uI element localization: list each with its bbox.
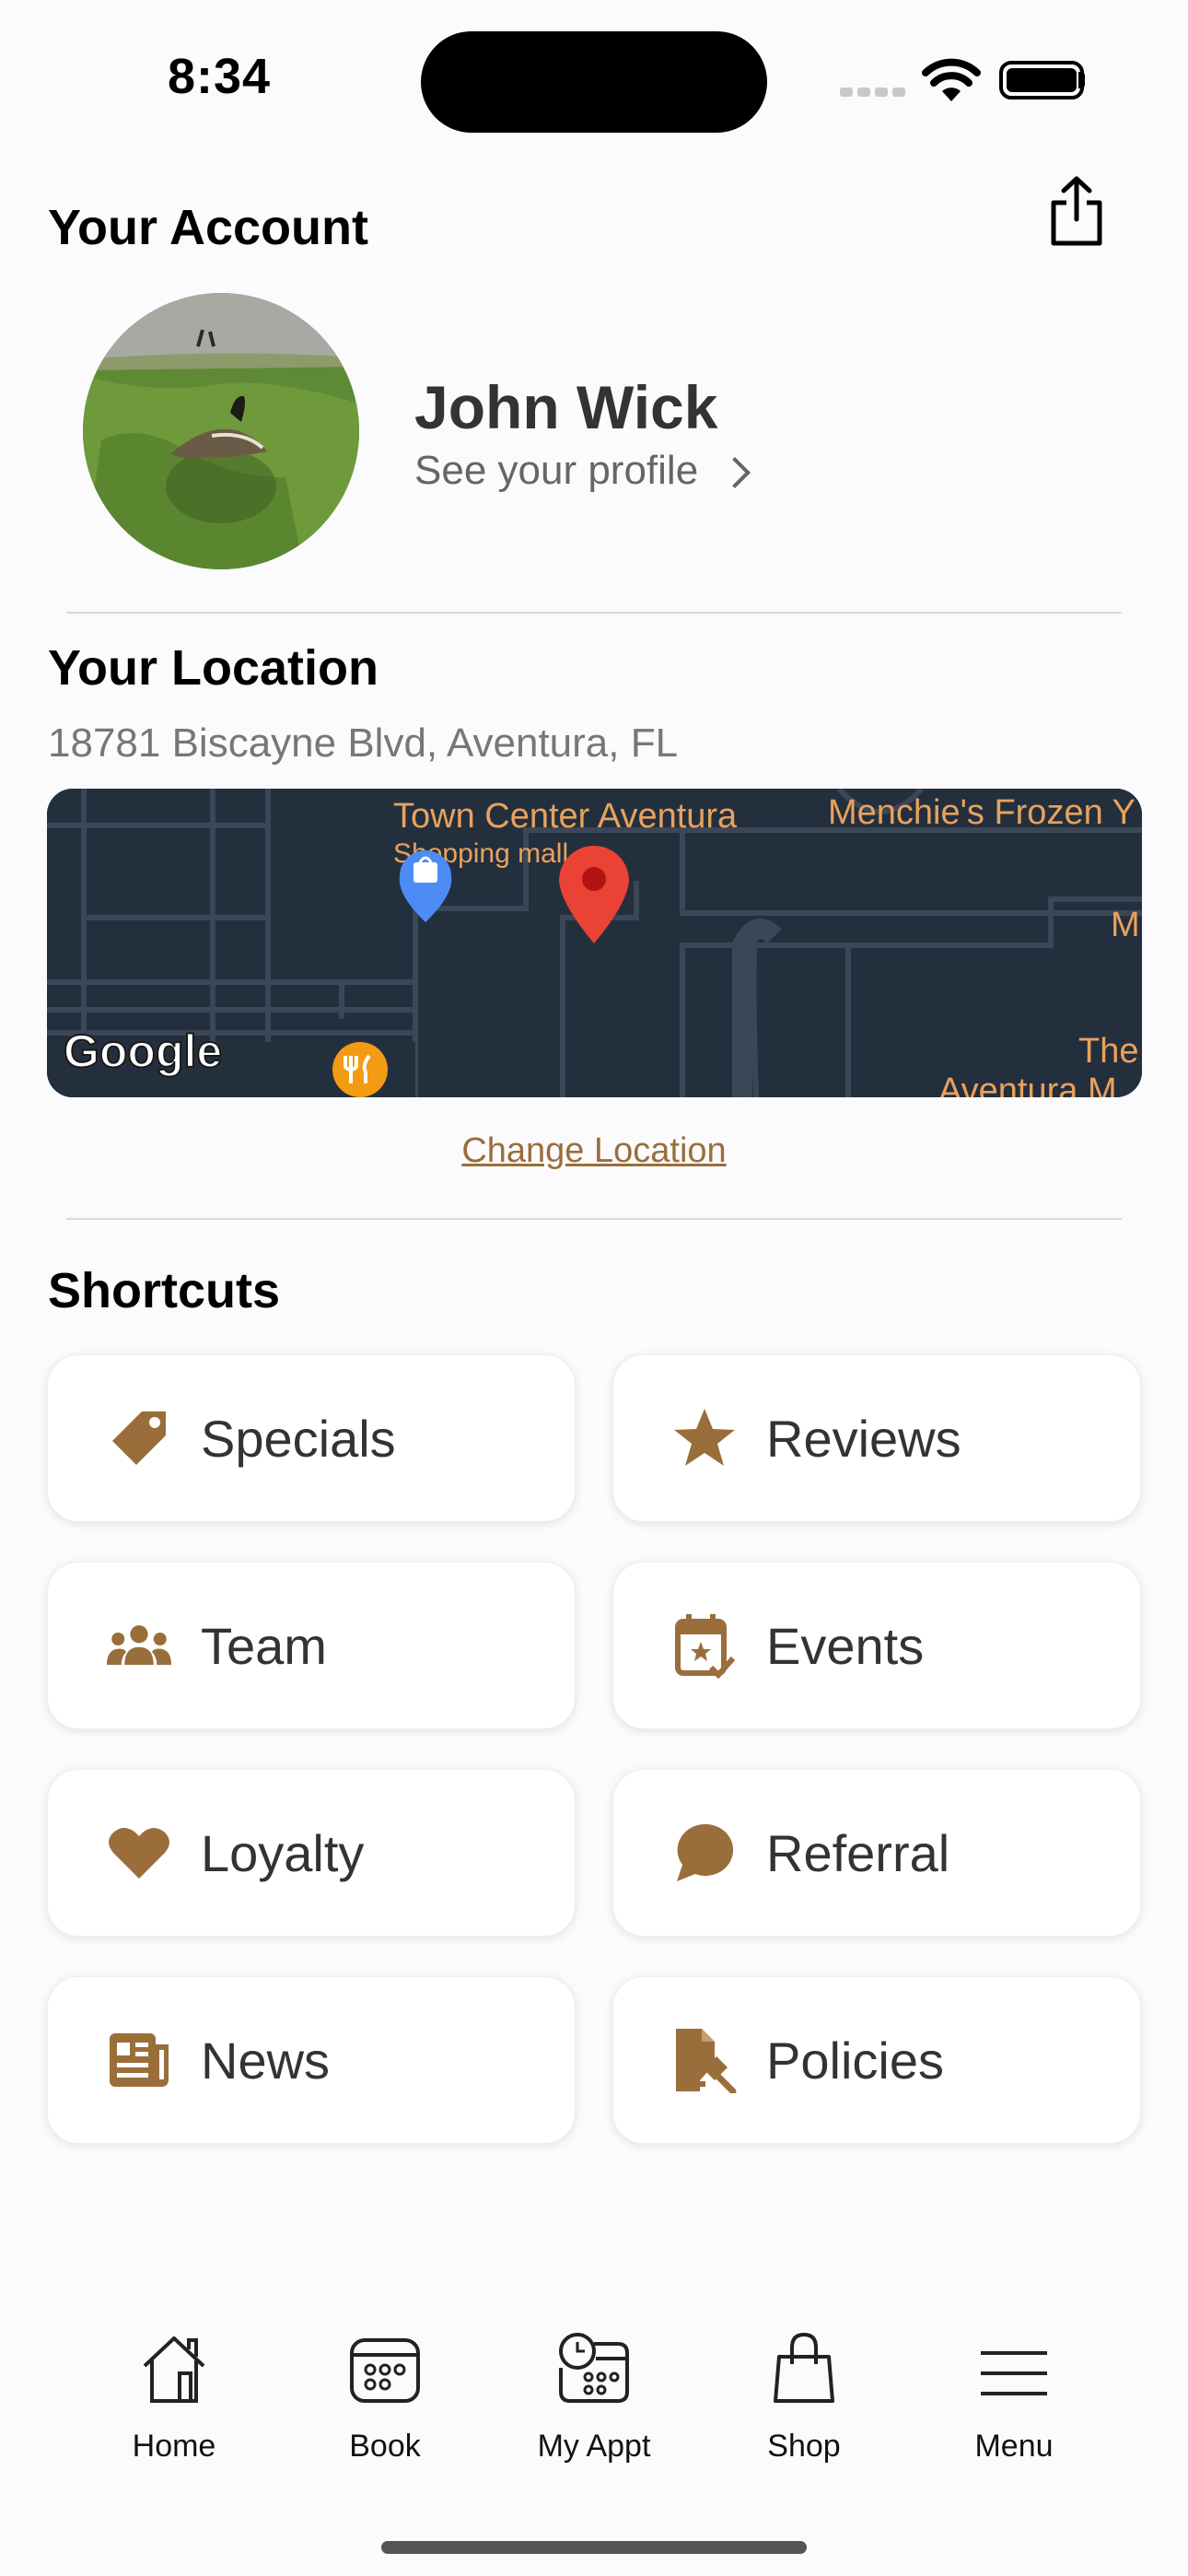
shortcuts-section-title: Shortcuts bbox=[48, 1263, 281, 1318]
heart-icon bbox=[107, 1821, 171, 1885]
tab-home[interactable]: Home bbox=[68, 2322, 280, 2465]
shortcut-events[interactable]: Events bbox=[612, 1562, 1141, 1729]
shortcut-label: Events bbox=[766, 1616, 925, 1675]
map-label-the: The bbox=[1078, 1032, 1138, 1071]
tab-menu[interactable]: Menu bbox=[908, 2322, 1120, 2465]
shortcut-policies[interactable]: Policies bbox=[612, 1976, 1141, 2144]
divider bbox=[66, 612, 1122, 614]
status-time: 8:34 bbox=[168, 49, 272, 104]
google-attribution: Google bbox=[64, 1025, 222, 1077]
see-profile-link[interactable]: See your profile bbox=[414, 448, 751, 494]
map-label-aventura-m: Aventura M bbox=[938, 1071, 1117, 1097]
account-section-title: Your Account bbox=[48, 200, 368, 255]
shortcut-label: Team bbox=[201, 1616, 327, 1675]
map-label-menchies: Menchie's Frozen Y bbox=[828, 793, 1136, 832]
shortcut-label: Loyalty bbox=[201, 1823, 365, 1882]
change-location-link[interactable]: Change Location bbox=[0, 1131, 1188, 1171]
calendar-check-icon bbox=[672, 1613, 737, 1679]
share-icon[interactable] bbox=[1048, 175, 1105, 249]
shortcut-referral[interactable]: Referral bbox=[612, 1769, 1141, 1937]
appointment-icon bbox=[488, 2322, 700, 2405]
avatar[interactable] bbox=[83, 293, 359, 569]
battery-icon bbox=[999, 61, 1084, 100]
document-gavel-icon bbox=[672, 2028, 737, 2093]
home-icon bbox=[68, 2322, 280, 2405]
tab-label: Menu bbox=[974, 2429, 1054, 2464]
team-icon bbox=[107, 1613, 171, 1678]
tab-label: Home bbox=[132, 2429, 216, 2464]
dynamic-island bbox=[421, 31, 767, 133]
map-label-m: M bbox=[1111, 906, 1140, 944]
user-name: John Wick bbox=[414, 373, 718, 441]
tab-my-appt[interactable]: My Appt bbox=[488, 2322, 700, 2465]
chat-bubble-icon bbox=[672, 1821, 737, 1885]
chevron-right-icon bbox=[719, 457, 751, 488]
shortcut-reviews[interactable]: Reviews bbox=[612, 1354, 1141, 1522]
shortcut-specials[interactable]: Specials bbox=[47, 1354, 576, 1522]
tab-label: My Appt bbox=[537, 2429, 651, 2464]
divider bbox=[66, 1218, 1122, 1220]
cellular-signal-icon bbox=[840, 85, 910, 101]
tab-label: Shop bbox=[767, 2429, 841, 2464]
shopping-bag-icon bbox=[698, 2322, 910, 2405]
battery-tip bbox=[1078, 72, 1085, 88]
wifi-icon bbox=[921, 57, 982, 108]
restaurant-poi-icon bbox=[332, 1042, 388, 1097]
location-map[interactable]: Town Center Aventura Shopping mall Mench… bbox=[47, 789, 1142, 1097]
tab-label: Book bbox=[349, 2429, 421, 2464]
tab-book[interactable]: Book bbox=[279, 2322, 491, 2465]
shortcut-loyalty[interactable]: Loyalty bbox=[47, 1769, 576, 1937]
shortcut-label: Specials bbox=[201, 1409, 396, 1468]
shortcut-label: Referral bbox=[766, 1823, 950, 1882]
location-address: 18781 Biscayne Blvd, Aventura, FL bbox=[48, 720, 679, 766]
tag-icon bbox=[107, 1406, 171, 1470]
see-profile-label: See your profile bbox=[414, 448, 699, 493]
star-icon bbox=[672, 1406, 737, 1470]
shortcut-label: Policies bbox=[766, 2031, 944, 2090]
shortcut-label: Reviews bbox=[766, 1409, 961, 1468]
shortcut-news[interactable]: News bbox=[47, 1976, 576, 2144]
location-section-title: Your Location bbox=[48, 640, 379, 696]
home-indicator bbox=[381, 2541, 807, 2554]
shortcut-label: News bbox=[201, 2031, 331, 2090]
newspaper-icon bbox=[107, 2028, 171, 2092]
shortcut-team[interactable]: Team bbox=[47, 1562, 576, 1729]
map-label-town-center: Town Center Aventura bbox=[393, 797, 738, 836]
tab-shop[interactable]: Shop bbox=[698, 2322, 910, 2465]
hamburger-menu-icon bbox=[908, 2322, 1120, 2405]
calendar-grid-icon bbox=[279, 2322, 491, 2405]
